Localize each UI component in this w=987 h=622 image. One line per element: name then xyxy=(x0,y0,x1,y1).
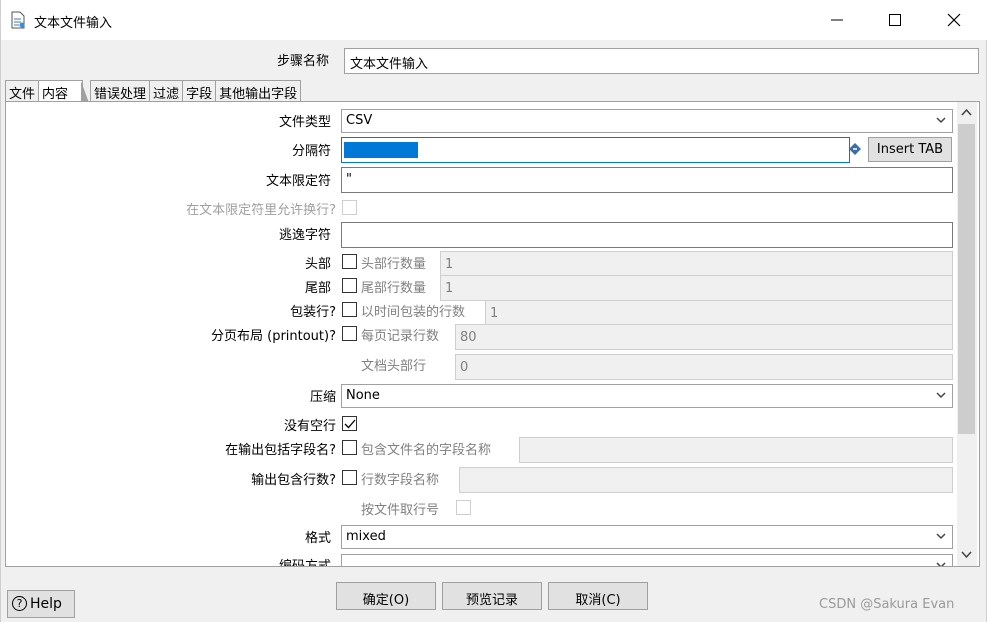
chevron-down-icon xyxy=(936,562,946,566)
help-label: Help xyxy=(30,596,62,612)
rownum-field-label: 行数字段名称 xyxy=(361,473,440,488)
format-label: 格式 xyxy=(304,531,331,546)
footer-lines-label: 尾部行数量 xyxy=(361,281,427,296)
separator-input[interactable] xyxy=(341,137,850,163)
maximize-icon xyxy=(889,14,901,26)
enclosure-input[interactable]: " xyxy=(341,167,953,193)
tab-additional-output-fields[interactable]: 其他输出字段 xyxy=(215,80,302,102)
rows-per-page-label: 每页记录行数 xyxy=(361,329,440,344)
rownum-by-file-label: 按文件取行号 xyxy=(361,503,440,518)
enclosure-label: 文本限定符 xyxy=(265,174,331,189)
help-icon: ? xyxy=(12,596,27,611)
rownum-by-file-checkbox[interactable] xyxy=(456,500,471,515)
chevron-down-icon xyxy=(936,533,946,540)
scroll-down-icon[interactable] xyxy=(961,551,972,559)
separator-selection xyxy=(344,142,418,158)
compression-select[interactable]: None xyxy=(341,384,953,408)
filename-field-label: 包含文件名的字段名称 xyxy=(361,443,492,458)
paged-label: 分页布局 (printout)? xyxy=(210,329,336,344)
wrapped-label: 包装行? xyxy=(290,305,336,320)
doc-header-input[interactable]: 0 xyxy=(455,354,953,380)
watermark: CSDN @Sakura Evan xyxy=(819,597,955,612)
wrapped-lines-input[interactable]: 1 xyxy=(485,300,953,326)
content-panel: 文件类型 CSV 分隔符 Insert TAB 文本限定符 " 在文本限定符里允… xyxy=(5,101,980,567)
doc-header-label: 文档头部行 xyxy=(361,359,427,374)
wrapped-checkbox[interactable] xyxy=(342,302,357,317)
compression-label: 压缩 xyxy=(309,390,336,405)
close-icon xyxy=(947,13,961,27)
format-value: mixed xyxy=(346,529,386,544)
minimize-icon xyxy=(831,19,843,21)
window-title: 文本文件输入 xyxy=(34,16,113,31)
help-button[interactable]: ? Help xyxy=(7,590,75,618)
encoding-label: 编码方式 xyxy=(278,559,331,567)
variable-icon xyxy=(849,143,861,155)
step-name-label: 步骤名称 xyxy=(277,54,330,69)
vertical-scrollbar[interactable] xyxy=(957,102,977,566)
tab-file[interactable]: 文件 xyxy=(5,80,40,102)
maximize-button[interactable] xyxy=(872,0,918,40)
include-filename-label: 在输出包括字段名? xyxy=(225,443,336,458)
include-filename-checkbox[interactable] xyxy=(342,440,357,455)
file-type-select[interactable]: CSV xyxy=(341,109,953,133)
encoding-select[interactable] xyxy=(341,554,953,566)
footer-label: 尾部 xyxy=(304,281,331,296)
file-type-value: CSV xyxy=(346,113,373,128)
rownum-checkbox[interactable] xyxy=(342,470,357,485)
paged-checkbox[interactable] xyxy=(342,326,357,341)
title-bar: 文本文件输入 xyxy=(1,0,987,40)
tab-fields[interactable]: 字段 xyxy=(182,80,217,102)
scrollbar-thumb[interactable] xyxy=(958,124,975,434)
allow-breaks-label: 在文本限定符里允许换行? xyxy=(186,203,336,218)
rownum-field-input[interactable] xyxy=(459,467,953,493)
tab-filter[interactable]: 过滤 xyxy=(149,80,184,102)
tab-bar: 文件 内容 错误处理 过滤 字段 其他输出字段 xyxy=(5,80,302,103)
format-select[interactable]: mixed xyxy=(341,525,953,549)
dialog-window: 文本文件输入 步骤名称 文本文件输入 文件 内容 错误处理 过滤 字段 其他输出… xyxy=(0,0,987,622)
compression-value: None xyxy=(346,388,380,403)
step-name-input[interactable]: 文本文件输入 xyxy=(344,48,979,74)
tab-content[interactable]: 内容 xyxy=(38,80,90,103)
wrapped-lines-label: 以时间包装的行数 xyxy=(361,305,466,320)
insert-tab-button[interactable]: Insert TAB xyxy=(868,137,952,162)
checkmark-icon xyxy=(344,419,356,429)
no-empty-checkbox[interactable] xyxy=(342,416,357,431)
footer-lines-input[interactable]: 1 xyxy=(440,275,953,301)
filename-field-input[interactable] xyxy=(519,437,953,463)
close-button[interactable] xyxy=(931,0,977,40)
escape-label: 逃逸字符 xyxy=(278,228,331,243)
escape-input[interactable] xyxy=(341,222,953,248)
cancel-button[interactable]: 取消(C) xyxy=(548,582,648,610)
file-type-label: 文件类型 xyxy=(278,115,331,130)
header-lines-input[interactable]: 1 xyxy=(440,251,953,277)
allow-breaks-checkbox[interactable] xyxy=(342,200,357,215)
rownum-label: 输出包含行数? xyxy=(251,473,336,488)
ok-button[interactable]: 确定(O) xyxy=(336,582,436,610)
scroll-up-icon[interactable] xyxy=(961,108,972,116)
preview-button[interactable]: 预览记录 xyxy=(442,582,542,610)
minimize-button[interactable] xyxy=(814,0,860,40)
header-lines-label: 头部行数量 xyxy=(361,257,427,272)
no-empty-label: 没有空行 xyxy=(283,419,336,434)
chevron-down-icon xyxy=(936,392,946,399)
tab-error-handling[interactable]: 错误处理 xyxy=(90,80,151,102)
file-icon xyxy=(11,11,25,29)
header-label: 头部 xyxy=(304,257,331,272)
separator-label: 分隔符 xyxy=(291,144,331,159)
rows-per-page-input[interactable]: 80 xyxy=(455,324,953,350)
header-checkbox[interactable] xyxy=(342,254,357,269)
footer-checkbox[interactable] xyxy=(342,278,357,293)
chevron-down-icon xyxy=(936,117,946,124)
